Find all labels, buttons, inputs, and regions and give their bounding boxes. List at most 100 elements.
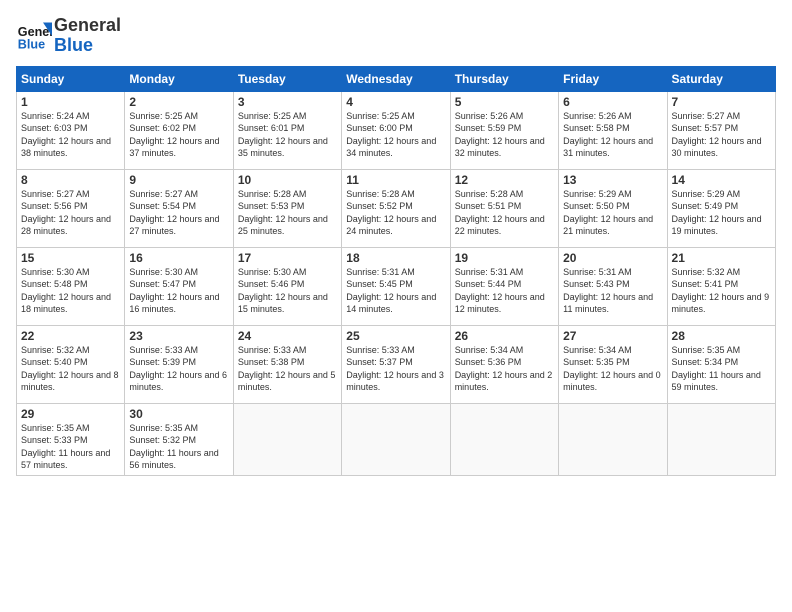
day-number: 10 [238,173,337,187]
day-info: Sunrise: 5:31 AMSunset: 5:45 PMDaylight:… [346,266,445,316]
day-info: Sunrise: 5:29 AMSunset: 5:49 PMDaylight:… [672,188,771,238]
day-info: Sunrise: 5:34 AMSunset: 5:36 PMDaylight:… [455,344,554,394]
weekday-header: Thursday [450,66,558,91]
day-info: Sunrise: 5:28 AMSunset: 5:52 PMDaylight:… [346,188,445,238]
weekday-header: Monday [125,66,233,91]
day-number: 7 [672,95,771,109]
weekday-header: Wednesday [342,66,450,91]
day-number: 15 [21,251,120,265]
day-info: Sunrise: 5:25 AMSunset: 6:02 PMDaylight:… [129,110,228,160]
day-info: Sunrise: 5:31 AMSunset: 5:44 PMDaylight:… [455,266,554,316]
page: General Blue General Blue SundayMondayTu… [0,0,792,612]
calendar-cell: 19Sunrise: 5:31 AMSunset: 5:44 PMDayligh… [450,247,558,325]
day-number: 5 [455,95,554,109]
calendar-cell: 28Sunrise: 5:35 AMSunset: 5:34 PMDayligh… [667,325,775,403]
logo: General Blue General Blue [16,16,121,56]
logo-text: General Blue [54,16,121,56]
calendar-cell [667,403,775,475]
day-number: 1 [21,95,120,109]
calendar-cell: 6Sunrise: 5:26 AMSunset: 5:58 PMDaylight… [559,91,667,169]
calendar-cell: 21Sunrise: 5:32 AMSunset: 5:41 PMDayligh… [667,247,775,325]
calendar-cell [450,403,558,475]
calendar-cell: 1Sunrise: 5:24 AMSunset: 6:03 PMDaylight… [17,91,125,169]
day-number: 18 [346,251,445,265]
day-info: Sunrise: 5:27 AMSunset: 5:56 PMDaylight:… [21,188,120,238]
day-number: 25 [346,329,445,343]
calendar-cell: 26Sunrise: 5:34 AMSunset: 5:36 PMDayligh… [450,325,558,403]
day-number: 28 [672,329,771,343]
day-number: 20 [563,251,662,265]
calendar-cell: 4Sunrise: 5:25 AMSunset: 6:00 PMDaylight… [342,91,450,169]
day-number: 11 [346,173,445,187]
day-number: 14 [672,173,771,187]
day-info: Sunrise: 5:31 AMSunset: 5:43 PMDaylight:… [563,266,662,316]
day-info: Sunrise: 5:35 AMSunset: 5:32 PMDaylight:… [129,422,228,472]
calendar-cell: 22Sunrise: 5:32 AMSunset: 5:40 PMDayligh… [17,325,125,403]
calendar-cell: 11Sunrise: 5:28 AMSunset: 5:52 PMDayligh… [342,169,450,247]
day-number: 26 [455,329,554,343]
calendar-week-row: 22Sunrise: 5:32 AMSunset: 5:40 PMDayligh… [17,325,776,403]
calendar-cell: 18Sunrise: 5:31 AMSunset: 5:45 PMDayligh… [342,247,450,325]
calendar-week-row: 29Sunrise: 5:35 AMSunset: 5:33 PMDayligh… [17,403,776,475]
weekday-header: Sunday [17,66,125,91]
calendar-cell: 27Sunrise: 5:34 AMSunset: 5:35 PMDayligh… [559,325,667,403]
day-info: Sunrise: 5:26 AMSunset: 5:58 PMDaylight:… [563,110,662,160]
calendar-cell [342,403,450,475]
day-info: Sunrise: 5:27 AMSunset: 5:54 PMDaylight:… [129,188,228,238]
day-number: 6 [563,95,662,109]
calendar-cell: 12Sunrise: 5:28 AMSunset: 5:51 PMDayligh… [450,169,558,247]
calendar-week-row: 1Sunrise: 5:24 AMSunset: 6:03 PMDaylight… [17,91,776,169]
calendar-cell: 8Sunrise: 5:27 AMSunset: 5:56 PMDaylight… [17,169,125,247]
day-info: Sunrise: 5:24 AMSunset: 6:03 PMDaylight:… [21,110,120,160]
svg-text:Blue: Blue [18,37,45,51]
day-number: 24 [238,329,337,343]
calendar-cell: 10Sunrise: 5:28 AMSunset: 5:53 PMDayligh… [233,169,341,247]
day-number: 13 [563,173,662,187]
day-number: 3 [238,95,337,109]
day-info: Sunrise: 5:25 AMSunset: 6:01 PMDaylight:… [238,110,337,160]
day-info: Sunrise: 5:33 AMSunset: 5:39 PMDaylight:… [129,344,228,394]
day-number: 17 [238,251,337,265]
day-info: Sunrise: 5:32 AMSunset: 5:40 PMDaylight:… [21,344,120,394]
weekday-header: Saturday [667,66,775,91]
day-number: 23 [129,329,228,343]
day-info: Sunrise: 5:33 AMSunset: 5:37 PMDaylight:… [346,344,445,394]
header: General Blue General Blue [16,16,776,56]
day-info: Sunrise: 5:35 AMSunset: 5:33 PMDaylight:… [21,422,120,472]
calendar-cell: 3Sunrise: 5:25 AMSunset: 6:01 PMDaylight… [233,91,341,169]
day-number: 27 [563,329,662,343]
day-info: Sunrise: 5:28 AMSunset: 5:51 PMDaylight:… [455,188,554,238]
day-info: Sunrise: 5:28 AMSunset: 5:53 PMDaylight:… [238,188,337,238]
day-info: Sunrise: 5:35 AMSunset: 5:34 PMDaylight:… [672,344,771,394]
day-number: 8 [21,173,120,187]
calendar-header-row: SundayMondayTuesdayWednesdayThursdayFrid… [17,66,776,91]
calendar-body: 1Sunrise: 5:24 AMSunset: 6:03 PMDaylight… [17,91,776,475]
calendar: SundayMondayTuesdayWednesdayThursdayFrid… [16,66,776,476]
day-info: Sunrise: 5:34 AMSunset: 5:35 PMDaylight:… [563,344,662,394]
day-info: Sunrise: 5:26 AMSunset: 5:59 PMDaylight:… [455,110,554,160]
calendar-cell: 2Sunrise: 5:25 AMSunset: 6:02 PMDaylight… [125,91,233,169]
day-number: 4 [346,95,445,109]
calendar-cell: 15Sunrise: 5:30 AMSunset: 5:48 PMDayligh… [17,247,125,325]
day-number: 22 [21,329,120,343]
calendar-cell: 23Sunrise: 5:33 AMSunset: 5:39 PMDayligh… [125,325,233,403]
calendar-cell: 14Sunrise: 5:29 AMSunset: 5:49 PMDayligh… [667,169,775,247]
logo-icon: General Blue [16,18,52,54]
day-number: 9 [129,173,228,187]
calendar-cell: 20Sunrise: 5:31 AMSunset: 5:43 PMDayligh… [559,247,667,325]
calendar-cell: 17Sunrise: 5:30 AMSunset: 5:46 PMDayligh… [233,247,341,325]
weekday-header: Tuesday [233,66,341,91]
calendar-cell: 13Sunrise: 5:29 AMSunset: 5:50 PMDayligh… [559,169,667,247]
day-number: 19 [455,251,554,265]
calendar-cell: 30Sunrise: 5:35 AMSunset: 5:32 PMDayligh… [125,403,233,475]
day-info: Sunrise: 5:25 AMSunset: 6:00 PMDaylight:… [346,110,445,160]
day-number: 16 [129,251,228,265]
calendar-cell: 7Sunrise: 5:27 AMSunset: 5:57 PMDaylight… [667,91,775,169]
calendar-cell: 25Sunrise: 5:33 AMSunset: 5:37 PMDayligh… [342,325,450,403]
day-info: Sunrise: 5:27 AMSunset: 5:57 PMDaylight:… [672,110,771,160]
calendar-cell: 9Sunrise: 5:27 AMSunset: 5:54 PMDaylight… [125,169,233,247]
calendar-week-row: 8Sunrise: 5:27 AMSunset: 5:56 PMDaylight… [17,169,776,247]
day-number: 12 [455,173,554,187]
calendar-week-row: 15Sunrise: 5:30 AMSunset: 5:48 PMDayligh… [17,247,776,325]
calendar-cell: 16Sunrise: 5:30 AMSunset: 5:47 PMDayligh… [125,247,233,325]
